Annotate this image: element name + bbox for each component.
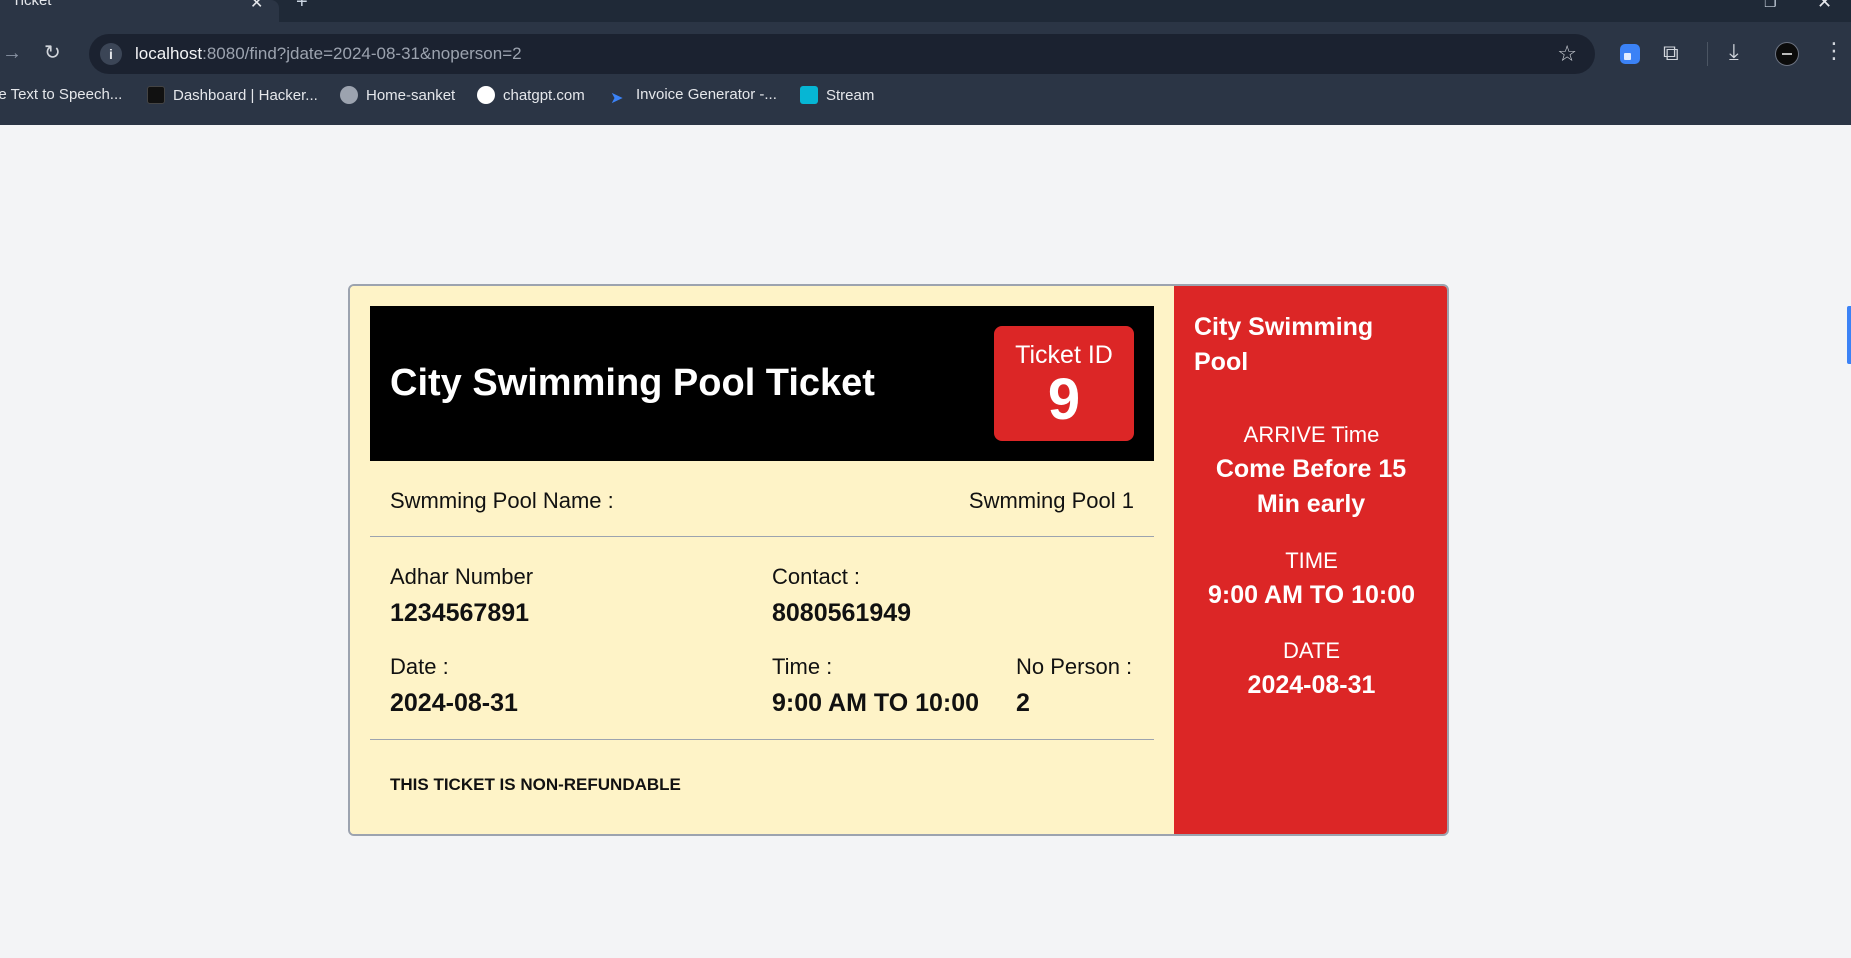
stub-date-label: DATE bbox=[1282, 638, 1341, 663]
bookmark-label: Invoice Generator -... bbox=[636, 86, 777, 103]
window-close-icon[interactable]: ✕ bbox=[1817, 0, 1832, 13]
ticket-id-badge: Ticket ID 9 bbox=[994, 326, 1134, 441]
extension-icon[interactable] bbox=[1620, 44, 1640, 64]
bookmark-item[interactable]: chatgpt.com bbox=[477, 86, 585, 104]
extensions-puzzle-icon[interactable]: ⧉ bbox=[1663, 40, 1679, 66]
pool-name-value: Swmming Pool 1 bbox=[968, 488, 1134, 513]
divider bbox=[370, 739, 1154, 740]
pool-name-row: Swmming Pool Name : Swmming Pool 1 bbox=[370, 461, 1154, 537]
new-tab-icon[interactable]: + bbox=[296, 0, 308, 14]
url-host: localhost bbox=[135, 44, 203, 63]
stream-icon bbox=[800, 86, 818, 104]
bookmarks-bar: ee Text to Speech... Dashboard | Hacker.… bbox=[0, 80, 1851, 125]
send-icon: ➤ bbox=[610, 90, 624, 107]
ticket-stub: City Swimming Pool ARRIVE Time Come Befo… bbox=[1174, 286, 1447, 834]
toolbar-divider bbox=[1707, 42, 1708, 66]
reload-icon[interactable]: ↻ bbox=[44, 40, 61, 65]
bookmark-label: Dashboard | Hacker... bbox=[173, 87, 318, 104]
bookmark-item[interactable]: Stream bbox=[800, 86, 874, 104]
stub-time-label: TIME bbox=[1285, 548, 1338, 573]
url-path: :8080/find?jdate=2024-08-31&noperson=2 bbox=[202, 44, 522, 63]
ticket-id-value: 9 bbox=[1047, 367, 1081, 432]
contact-value: 8080561949 bbox=[772, 599, 912, 627]
bookmark-item[interactable]: Home-sanket bbox=[340, 86, 455, 104]
window-restore-icon[interactable]: ❐ bbox=[1764, 0, 1777, 11]
stub-arrive-label: ARRIVE Time bbox=[1243, 422, 1380, 447]
ticket-main: City Swimming Pool Ticket Ticket ID 9 Sw… bbox=[350, 286, 1174, 834]
tab-close-icon[interactable]: ✕ bbox=[250, 0, 263, 13]
globe-icon bbox=[340, 86, 358, 104]
non-refundable-notice: THIS TICKET IS NON-REFUNDABLE bbox=[390, 775, 681, 794]
bookmark-item[interactable]: Dashboard | Hacker... bbox=[147, 86, 318, 104]
bookmark-label: ee Text to Speech... bbox=[0, 86, 123, 103]
ticket-header: City Swimming Pool Ticket Ticket ID 9 bbox=[370, 306, 1154, 461]
ticket-title: City Swimming Pool Ticket bbox=[390, 362, 875, 404]
forward-icon[interactable]: → bbox=[2, 42, 22, 65]
side-panel-handle[interactable] bbox=[1847, 306, 1851, 364]
bookmark-item[interactable]: ee Text to Speech... bbox=[0, 86, 122, 103]
time-label: Time : bbox=[772, 654, 833, 679]
bookmark-item[interactable]: ➤ Invoice Generator -... bbox=[610, 86, 777, 108]
tab-ticket[interactable]: Ticket ✕ bbox=[0, 0, 279, 22]
contact-label: Contact : bbox=[772, 564, 861, 589]
download-icon[interactable]: ⤓ bbox=[1729, 39, 1739, 65]
date-label: Date : bbox=[390, 654, 449, 679]
stub-title: City Swimming Pool bbox=[1194, 313, 1374, 376]
hackerrank-icon bbox=[147, 86, 165, 104]
adhar-label: Adhar Number bbox=[390, 564, 534, 589]
bookmark-label: chatgpt.com bbox=[503, 87, 585, 104]
profile-avatar[interactable] bbox=[1775, 42, 1799, 66]
time-value: 9:00 AM TO 10:00 bbox=[772, 689, 980, 717]
bookmark-label: Stream bbox=[826, 87, 875, 104]
stub-time-block: TIME 9:00 AM TO 10:00 bbox=[1174, 548, 1447, 613]
bookmark-star-icon[interactable]: ☆ bbox=[1557, 41, 1577, 67]
persons-value: 2 bbox=[1016, 689, 1030, 717]
tab-title: Ticket bbox=[12, 0, 52, 9]
date-value: 2024-08-31 bbox=[390, 689, 518, 717]
pool-name-label: Swmming Pool Name : bbox=[390, 488, 614, 513]
stub-date-value: 2024-08-31 bbox=[1247, 671, 1376, 699]
stub-arrive-value: Come Before 15 Min early bbox=[1215, 455, 1407, 518]
url-text[interactable]: localhost:8080/find?jdate=2024-08-31&nop… bbox=[135, 44, 522, 64]
adhar-value: 1234567891 bbox=[390, 599, 530, 627]
menu-kebab-icon[interactable]: ⋮ bbox=[1823, 38, 1845, 64]
stub-arrive-block: ARRIVE Time Come Before 15 Min early bbox=[1174, 422, 1447, 522]
site-info-icon[interactable]: i bbox=[100, 43, 122, 65]
address-bar[interactable]: i localhost:8080/find?jdate=2024-08-31&n… bbox=[89, 34, 1595, 74]
chatgpt-icon bbox=[477, 86, 495, 104]
tab-strip: Ticket ✕ + ❐ ✕ bbox=[0, 0, 1851, 22]
stub-date-block: DATE 2024-08-31 bbox=[1174, 638, 1447, 703]
ticket-card: City Swimming Pool Ticket Ticket ID 9 Sw… bbox=[348, 284, 1449, 836]
stub-time-value: 9:00 AM TO 10:00 bbox=[1207, 581, 1416, 609]
ticket-id-label: Ticket ID bbox=[1015, 341, 1113, 369]
bookmark-label: Home-sanket bbox=[366, 87, 456, 104]
persons-label: No Person : bbox=[1016, 654, 1133, 679]
